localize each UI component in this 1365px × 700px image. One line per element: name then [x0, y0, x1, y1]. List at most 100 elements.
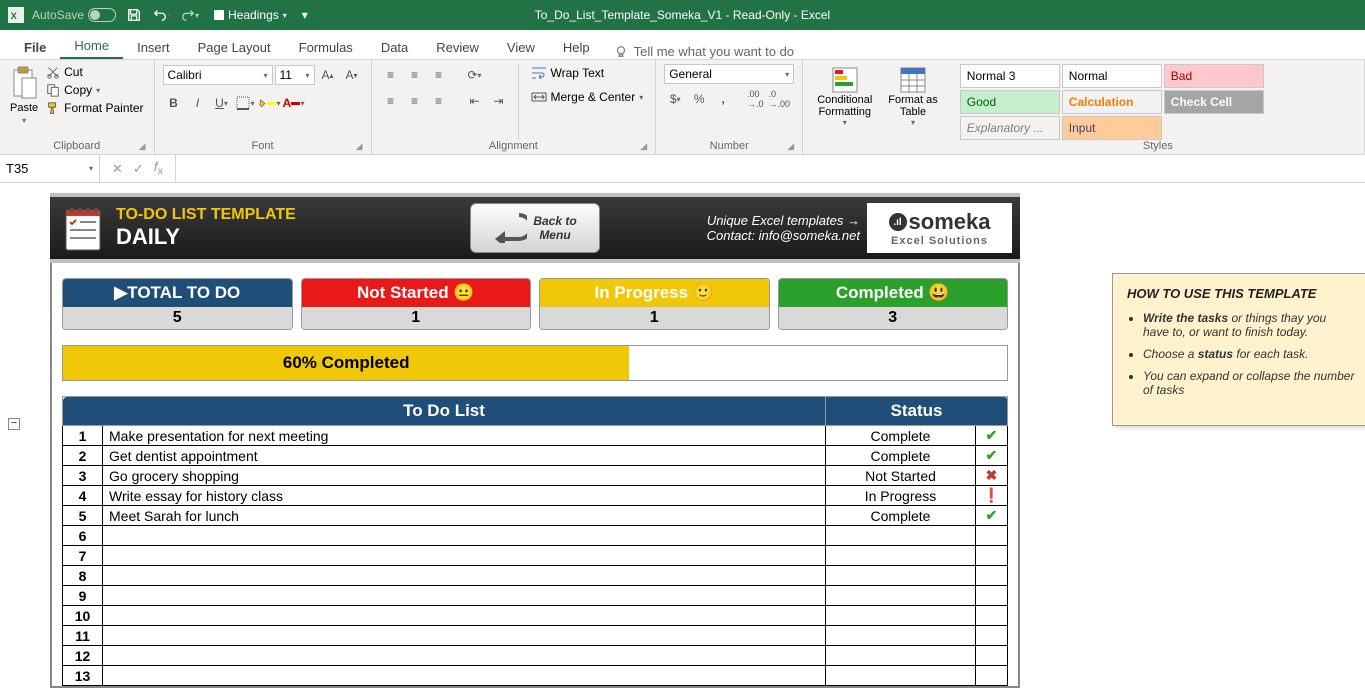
align-bottom[interactable]: ≡ [428, 64, 450, 86]
status-cell[interactable] [826, 626, 976, 646]
style-normal3[interactable]: Normal 3 [960, 64, 1060, 88]
status-cell[interactable] [826, 526, 976, 546]
clipboard-launcher[interactable]: ◢ [139, 141, 146, 152]
tab-file[interactable]: File [10, 34, 60, 59]
align-left[interactable]: ≡ [380, 90, 402, 112]
redo-button[interactable]: ▾ [180, 5, 200, 25]
tab-review[interactable]: Review [422, 34, 493, 59]
status-cell[interactable]: Complete [826, 446, 976, 466]
task-cell[interactable]: Go grocery shopping [103, 466, 826, 486]
wrap-text-button[interactable]: Wrap Text [527, 64, 648, 82]
task-cell[interactable]: Write essay for history class [103, 486, 826, 506]
style-normal[interactable]: Normal [1062, 64, 1162, 88]
tab-pagelayout[interactable]: Page Layout [184, 34, 285, 59]
fill-color-button[interactable]: ▾ [259, 92, 281, 114]
number-launcher[interactable]: ◢ [787, 141, 794, 152]
tab-formulas[interactable]: Formulas [285, 34, 367, 59]
copy-button[interactable]: Copy ▾ [44, 82, 145, 98]
task-cell[interactable]: Get dentist appointment [103, 446, 826, 466]
task-cell[interactable] [103, 586, 826, 606]
align-top[interactable]: ≡ [380, 64, 402, 86]
group-font: Calibri▾ 11▾ A▴ A▾ B I U ▾ ▾ ▾ A▾ Font◢ [155, 60, 372, 154]
status-cell[interactable] [826, 546, 976, 566]
percent-format[interactable]: % [688, 88, 710, 110]
merge-center-button[interactable]: Merge & Center ▾ [527, 88, 648, 106]
template-subtitle: DAILY [116, 224, 296, 250]
status-cell[interactable] [826, 646, 976, 666]
number-format-combo[interactable]: General▾ [664, 64, 794, 84]
style-calculation[interactable]: Calculation [1062, 90, 1162, 114]
outline-collapse-button[interactable]: − [8, 418, 20, 430]
save-button[interactable] [124, 5, 144, 25]
align-center[interactable]: ≡ [404, 90, 426, 112]
qat-more[interactable]: ▾ [295, 5, 315, 25]
fx-icon[interactable]: fx [154, 159, 163, 178]
status-cell[interactable]: Not Started [826, 466, 976, 486]
status-cell[interactable]: Complete [826, 426, 976, 446]
format-as-table-button[interactable]: Format as Table▾ [882, 64, 944, 152]
task-cell[interactable] [103, 526, 826, 546]
task-cell[interactable] [103, 666, 826, 686]
cancel-icon[interactable]: ✕ [112, 161, 123, 177]
status-cell[interactable] [826, 566, 976, 586]
accounting-format[interactable]: $▾ [664, 88, 686, 110]
task-cell[interactable] [103, 566, 826, 586]
task-cell[interactable] [103, 546, 826, 566]
orientation[interactable]: ⟳▾ [464, 64, 486, 86]
template-header: TO-DO LIST TEMPLATE DAILY Back to Menu U… [50, 193, 1020, 263]
align-right[interactable]: ≡ [428, 90, 450, 112]
increase-decimal[interactable]: .00→.0 [744, 88, 766, 110]
unique-templates-link[interactable]: Unique Excel templates → [707, 213, 860, 228]
decrease-indent[interactable]: ⇤ [464, 90, 486, 112]
increase-font[interactable]: A▴ [317, 64, 339, 86]
status-cell[interactable] [826, 586, 976, 606]
toggle-icon [88, 8, 116, 22]
underline-button[interactable]: U ▾ [211, 92, 233, 114]
font-color-button[interactable]: A▾ [283, 92, 305, 114]
task-cell[interactable] [103, 646, 826, 666]
bold-button[interactable]: B [163, 92, 185, 114]
align-middle[interactable]: ≡ [404, 64, 426, 86]
tab-data[interactable]: Data [367, 34, 422, 59]
someka-logo: .ılsomeka Excel Solutions [867, 203, 1012, 253]
enter-icon[interactable]: ✓ [133, 161, 144, 177]
style-explanatory[interactable]: Explanatory ... [960, 116, 1060, 140]
style-bad[interactable]: Bad [1164, 64, 1264, 88]
style-checkcell[interactable]: Check Cell [1164, 90, 1264, 114]
style-good[interactable]: Good [960, 90, 1060, 114]
border-button[interactable]: ▾ [235, 92, 257, 114]
format-painter-button[interactable]: Format Painter [44, 100, 145, 116]
task-cell[interactable] [103, 626, 826, 646]
status-cell[interactable]: In Progress [826, 486, 976, 506]
task-cell[interactable]: Make presentation for next meeting [103, 426, 826, 446]
tab-home[interactable]: Home [60, 32, 123, 59]
task-cell[interactable] [103, 606, 826, 626]
name-box[interactable]: T35▾ [0, 155, 100, 182]
italic-button[interactable]: I [187, 92, 209, 114]
increase-indent[interactable]: ⇥ [488, 90, 510, 112]
comma-format[interactable]: , [712, 88, 734, 110]
qat-style-dropdown[interactable]: Headings ▾ [214, 8, 287, 22]
font-launcher[interactable]: ◢ [356, 141, 363, 152]
font-size-combo[interactable]: 11▾ [275, 65, 315, 85]
paste-button[interactable]: Paste ▾ [8, 64, 40, 140]
cut-button[interactable]: Cut [44, 64, 145, 80]
style-input[interactable]: Input [1062, 116, 1162, 140]
conditional-formatting-button[interactable]: Conditional Formatting▾ [811, 64, 878, 152]
tab-view[interactable]: View [493, 34, 549, 59]
decrease-decimal[interactable]: .0→.00 [768, 88, 790, 110]
status-cell[interactable] [826, 606, 976, 626]
task-cell[interactable]: Meet Sarah for lunch [103, 506, 826, 526]
tab-help[interactable]: Help [549, 34, 604, 59]
decrease-font[interactable]: A▾ [341, 64, 363, 86]
tab-insert[interactable]: Insert [123, 34, 184, 59]
font-name-combo[interactable]: Calibri▾ [163, 65, 273, 85]
status-cell[interactable] [826, 666, 976, 686]
undo-button[interactable]: ▾ [152, 5, 172, 25]
back-to-menu-button[interactable]: Back to Menu [470, 203, 600, 253]
autosave-toggle[interactable]: AutoSave [32, 8, 116, 22]
tell-me-search[interactable]: Tell me what you want to do [614, 44, 794, 59]
status-cell[interactable]: Complete [826, 506, 976, 526]
alignment-launcher[interactable]: ◢ [640, 141, 647, 152]
row-number: 5 [63, 506, 103, 526]
